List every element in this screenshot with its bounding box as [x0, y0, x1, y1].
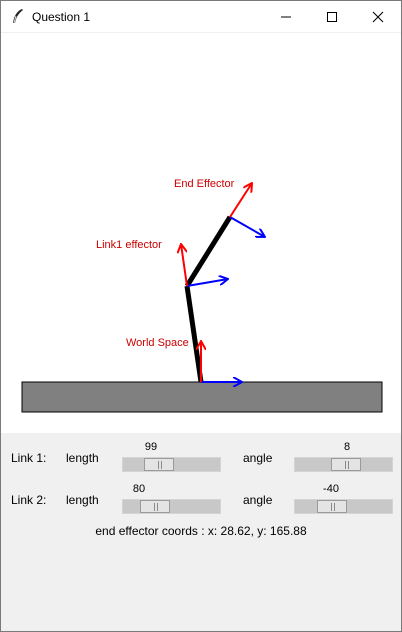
link1-length-label: length — [66, 451, 99, 465]
link1-length-value: 99 — [144, 441, 158, 453]
link2-angle-slider[interactable] — [294, 499, 393, 514]
window-title: Question 1 — [32, 10, 91, 24]
world-space-label: World Space — [126, 337, 189, 349]
link1-y-axis — [181, 244, 188, 287]
link2-length-slider-thumb[interactable] — [140, 500, 170, 513]
ground-platform — [21, 381, 383, 413]
title-bar: Question 1 — [1, 1, 401, 32]
end-effector-label: End Effector — [174, 178, 235, 190]
link1-length-slider[interactable] — [122, 457, 221, 472]
maximize-icon — [327, 12, 337, 22]
link1-length-slider-thumb[interactable] — [144, 458, 174, 471]
close-button[interactable] — [355, 1, 401, 32]
link2-angle-value: -40 — [323, 483, 339, 495]
link-1 — [184, 285, 204, 383]
end-effector-coords: end effector coords : x: 28.62, y: 165.8… — [95, 524, 307, 538]
link2-length-slider[interactable] — [122, 499, 221, 514]
link1-angle-slider-thumb[interactable] — [331, 458, 361, 471]
link1-angle-label: angle — [243, 451, 273, 465]
link1-effector-label: Link1 effector — [96, 239, 162, 251]
drawing-canvas: End Effector Link1 effector World Space — [1, 33, 401, 433]
minimize-icon — [281, 16, 291, 18]
link1-angle-slider[interactable] — [294, 457, 393, 472]
link2-length-label: length — [66, 493, 99, 507]
link-2 — [184, 215, 233, 288]
maximize-button[interactable] — [309, 1, 355, 32]
link1-label: Link 1: — [11, 451, 47, 465]
feather-icon — [13, 9, 23, 24]
app-window: Question 1 End Effector Link1 effector W… — [0, 0, 402, 632]
link2-angle-label: angle — [243, 493, 273, 507]
minimize-button[interactable] — [263, 1, 309, 32]
arm-diagram: End Effector Link1 effector World Space — [21, 178, 383, 413]
end-effector-x-axis — [229, 216, 265, 237]
close-icon — [372, 11, 384, 23]
link2-length-value: 80 — [132, 483, 146, 495]
link2-label: Link 2: — [11, 493, 47, 507]
link1-angle-value: 8 — [343, 441, 351, 453]
link2-angle-slider-thumb[interactable] — [317, 500, 347, 513]
